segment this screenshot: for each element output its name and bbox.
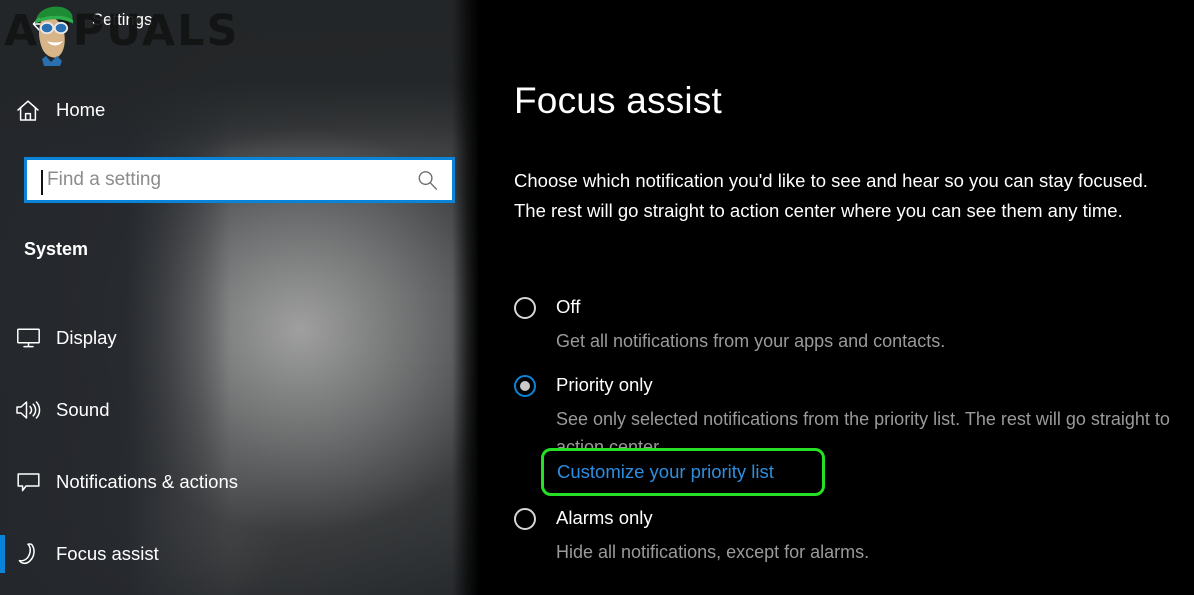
sidebar-right-edge-shadow	[452, 0, 478, 595]
sidebar-item-focus-assist[interactable]: Focus assist	[0, 532, 300, 576]
sidebar-item-focus-assist-label: Focus assist	[56, 543, 159, 564]
sidebar-item-display[interactable]: Display	[0, 316, 300, 360]
sidebar-item-sound-label: Sound	[56, 399, 110, 420]
speaker-icon	[0, 399, 56, 421]
search-input[interactable]: Find a setting	[24, 157, 455, 203]
radio-option-alarms-only-label: Alarms only	[556, 507, 653, 528]
radio-button-off[interactable]	[514, 297, 536, 319]
sidebar-item-notifications-actions[interactable]: Notifications & actions	[0, 460, 300, 504]
radio-option-off-head[interactable]: Off	[514, 295, 1174, 323]
sidebar-item-sound[interactable]: Sound	[0, 388, 300, 432]
monitor-icon	[0, 327, 56, 349]
sidebar-section-title: System	[24, 239, 89, 259]
title-bar: Settings	[0, 0, 478, 48]
radio-option-off-description: Get all notifications from your apps and…	[556, 331, 946, 351]
sidebar-item-home[interactable]: Home	[0, 88, 300, 132]
radio-option-alarms-only-description: Hide all notifications, except for alarm…	[556, 542, 870, 562]
sidebar-item-display-label: Display	[56, 327, 117, 348]
chat-bubble-icon	[0, 471, 56, 493]
search-icon[interactable]	[417, 170, 438, 191]
page-title: Focus assist	[514, 80, 723, 121]
moon-icon	[0, 542, 56, 566]
text-caret	[41, 170, 43, 195]
radio-option-alarms-only-head[interactable]: Alarms only	[514, 506, 1174, 534]
radio-option-alarms-only[interactable]: Alarms only Hide all notifications, exce…	[514, 506, 1174, 566]
main-content: Focus assist Choose which notification y…	[478, 0, 1194, 595]
selection-accent-bar	[0, 535, 5, 573]
radio-option-off-label: Off	[556, 296, 581, 317]
sidebar-item-notifications-actions-label: Notifications & actions	[56, 471, 239, 492]
page-description: Choose which notification you'd like to …	[514, 170, 1148, 221]
radio-option-priority-only-label: Priority only	[556, 374, 653, 395]
search-placeholder: Find a setting	[47, 169, 162, 190]
radio-option-off[interactable]: Off Get all notifications from your apps…	[514, 295, 1174, 355]
customize-priority-list-link[interactable]: Customize your priority list	[557, 461, 774, 483]
settings-window: Settings APPUALS Home Find a setting Sys…	[0, 0, 1194, 595]
radio-option-priority-only-head[interactable]: Priority only	[514, 373, 1174, 401]
radio-button-priority-only[interactable]	[514, 375, 536, 397]
back-arrow-icon[interactable]	[22, 6, 62, 42]
home-icon	[0, 99, 56, 122]
radio-button-alarms-only[interactable]	[514, 508, 536, 530]
window-title: Settings	[92, 11, 153, 29]
sidebar-item-home-label: Home	[56, 99, 106, 120]
sidebar: Settings APPUALS Home Find a setting Sys…	[0, 0, 478, 595]
